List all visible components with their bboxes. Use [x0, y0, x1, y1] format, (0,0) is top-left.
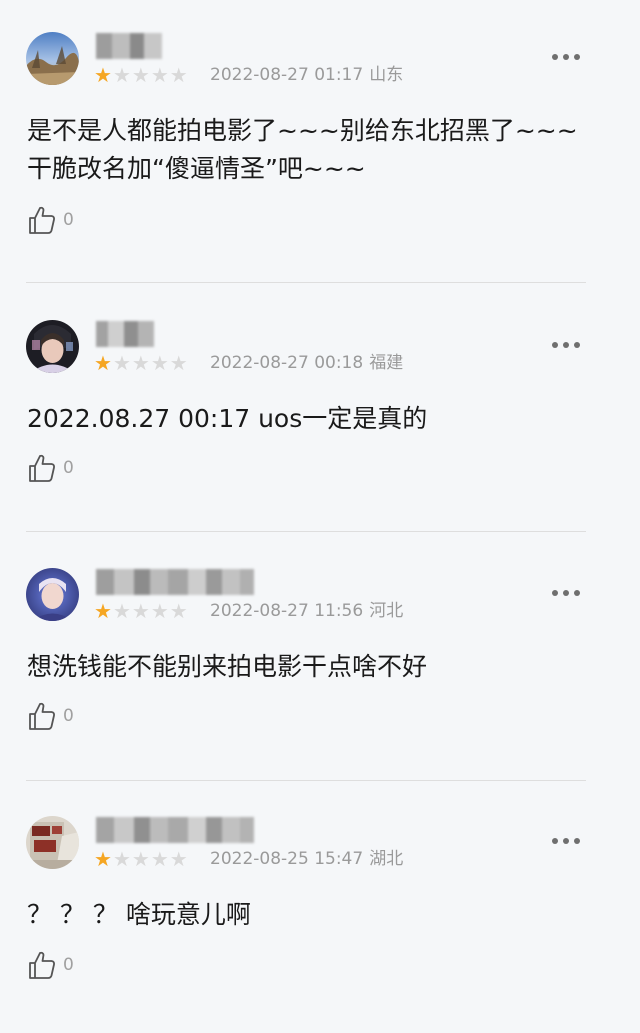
comment-meta: 2022-08-27 01:17 山东	[210, 64, 403, 86]
like-count: 0	[63, 210, 74, 230]
star-icon: ★	[150, 847, 169, 871]
avatar[interactable]	[26, 568, 79, 621]
like-button[interactable]: 0	[28, 950, 74, 980]
comment-text: 是不是人都能拍电影了~~~别给东北招黑了~~~ 干脆改名加“傻逼情圣”吧~~~	[27, 116, 578, 183]
username-blurred	[96, 321, 154, 347]
more-options-icon[interactable]	[546, 826, 586, 856]
comment-region: 福建	[369, 353, 404, 373]
username-blurred	[96, 569, 254, 595]
comment-region: 山东	[369, 65, 404, 85]
star-icon: ★	[131, 351, 150, 375]
star-icon: ★	[112, 599, 131, 623]
thumbs-up-icon	[29, 454, 55, 482]
avatar[interactable]	[26, 816, 79, 869]
star-icon: ★	[169, 847, 188, 871]
star-icon: ★	[150, 599, 169, 623]
star-icon: ★	[169, 63, 188, 87]
rating-stars: ★ ★ ★ ★ ★	[94, 352, 188, 374]
comment-date: 2022-08-27 01:17	[210, 65, 364, 85]
rating-stars: ★ ★ ★ ★ ★	[94, 600, 188, 622]
like-count: 0	[63, 706, 74, 726]
star-icon: ★	[169, 351, 188, 375]
avatar[interactable]	[26, 32, 79, 85]
comment-date: 2022-08-27 00:18	[210, 353, 364, 373]
comment-region: 河北	[369, 601, 404, 621]
comment-meta: 2022-08-27 11:56 河北	[210, 600, 403, 622]
username-blurred	[96, 33, 162, 59]
comment-item: ★ ★ ★ ★ ★ 2022-08-25 15:47 湖北 ？ ？ ？ 啥玩意儿啊…	[0, 784, 640, 1033]
star-icon: ★	[150, 63, 169, 87]
more-options-icon[interactable]	[546, 330, 586, 360]
star-icon: ★	[112, 847, 131, 871]
more-options-icon[interactable]	[546, 578, 586, 608]
divider	[26, 282, 586, 283]
like-button[interactable]: 0	[28, 453, 74, 483]
comment-region: 湖北	[369, 849, 404, 869]
username-blurred	[96, 817, 254, 843]
comment-text: 想洗钱能不能别来拍电影干点啥不好	[27, 652, 428, 681]
star-icon: ★	[94, 599, 112, 623]
comment-date: 2022-08-27 11:56	[210, 601, 364, 621]
star-icon: ★	[131, 847, 150, 871]
like-count: 0	[63, 955, 74, 975]
like-button[interactable]: 0	[28, 205, 74, 235]
thumbs-up-icon	[29, 702, 55, 730]
comment-date: 2022-08-25 15:47	[210, 849, 364, 869]
star-icon: ★	[112, 63, 131, 87]
star-icon: ★	[112, 351, 131, 375]
divider	[26, 531, 586, 532]
more-options-icon[interactable]	[546, 42, 586, 72]
divider	[26, 780, 586, 781]
thumbs-up-icon	[29, 206, 55, 234]
rating-stars: ★ ★ ★ ★ ★	[94, 64, 188, 86]
comment-text: 2022.08.27 00:17 uos一定是真的	[27, 404, 428, 433]
rating-stars: ★ ★ ★ ★ ★	[94, 848, 188, 870]
comment-meta: 2022-08-25 15:47 湖北	[210, 848, 403, 870]
star-icon: ★	[131, 63, 150, 87]
comment-item: ★ ★ ★ ★ ★ 2022-08-27 00:18 福建 2022.08.27 …	[0, 288, 640, 537]
comment-item: ★ ★ ★ ★ ★ 2022-08-27 01:17 山东 是不是人都能拍电影了~…	[0, 0, 640, 283]
star-icon: ★	[94, 847, 112, 871]
comment-meta: 2022-08-27 00:18 福建	[210, 352, 403, 374]
like-count: 0	[63, 458, 74, 478]
comment-item: ★ ★ ★ ★ ★ 2022-08-27 11:56 河北 想洗钱能不能别来拍电影…	[0, 536, 640, 785]
star-icon: ★	[94, 63, 112, 87]
star-icon: ★	[131, 599, 150, 623]
star-icon: ★	[150, 351, 169, 375]
star-icon: ★	[94, 351, 112, 375]
comment-text: ？ ？ ？ 啥玩意儿啊	[27, 900, 251, 929]
like-button[interactable]: 0	[28, 701, 74, 731]
star-icon: ★	[169, 599, 188, 623]
thumbs-up-icon	[29, 951, 55, 979]
avatar[interactable]	[26, 320, 79, 373]
